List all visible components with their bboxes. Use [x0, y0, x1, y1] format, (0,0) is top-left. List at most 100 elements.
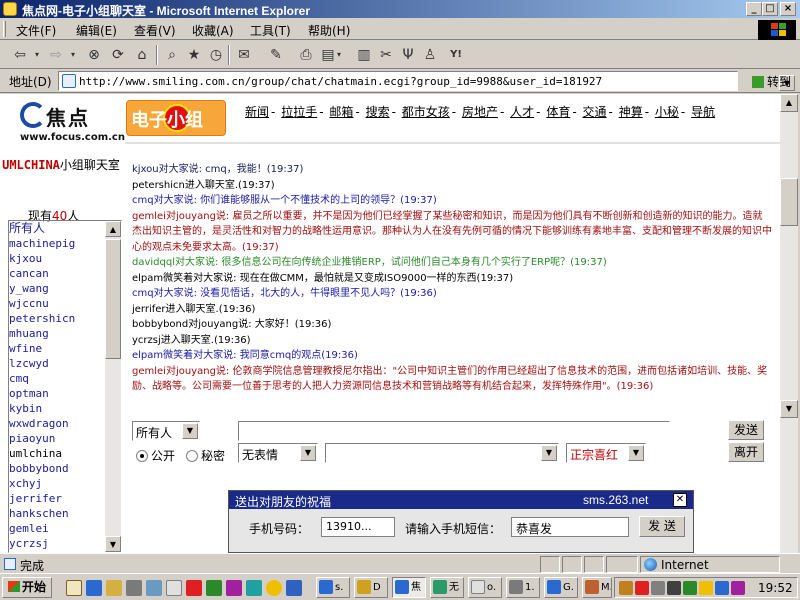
scroll-down-icon[interactable]: ▼	[780, 400, 798, 418]
research-icon[interactable]: Ψ	[398, 45, 418, 65]
user-list-scrollbar[interactable]: ▲ ▼	[105, 221, 121, 552]
sms-close-icon[interactable]: ✕	[673, 493, 687, 507]
user-list-item[interactable]: wjccnu	[9, 296, 105, 311]
forward-icon[interactable]: ⇨	[46, 45, 66, 65]
quicklaunch-teal-icon[interactable]	[246, 580, 262, 596]
chevron-down-icon[interactable]: ▼	[182, 423, 198, 439]
task-button[interactable]: 1.	[506, 577, 540, 598]
leave-button[interactable]: 离开	[728, 442, 764, 462]
back-dropdown-icon[interactable]: ▾	[32, 45, 42, 65]
quicklaunch-opera-icon[interactable]	[186, 580, 202, 596]
user-list-item[interactable]: wfine	[9, 341, 105, 356]
task-button[interactable]: G.	[544, 577, 578, 598]
scroll-up-icon[interactable]: ▲	[105, 221, 121, 237]
discuss-icon[interactable]: ✎	[266, 45, 286, 65]
start-button[interactable]: 开始	[2, 577, 52, 598]
go-button[interactable]: 转到	[752, 73, 791, 90]
nav-navigation[interactable]: 导航	[691, 105, 715, 119]
message-input[interactable]	[238, 421, 670, 441]
nav-news[interactable]: 新闻	[245, 105, 269, 119]
menu-help[interactable]: 帮助(H)	[308, 22, 350, 39]
quicklaunch-blue-icon[interactable]	[286, 580, 302, 596]
tray-shield-icon[interactable]	[619, 581, 633, 595]
minimize-button[interactable]: _	[746, 2, 762, 16]
user-list-item[interactable]: xchyj	[9, 476, 105, 491]
user-list-item[interactable]: optman	[9, 386, 105, 401]
color-select[interactable]: 正宗喜红 ▼	[566, 443, 646, 463]
menu-favorites[interactable]: 收藏(A)	[192, 22, 234, 39]
quicklaunch-doc-icon[interactable]	[166, 580, 182, 596]
quicklaunch-folder-icon[interactable]	[106, 580, 122, 596]
sms-message-input[interactable]: 恭喜发	[511, 517, 629, 537]
nav-real-estate[interactable]: 房地产	[462, 105, 498, 119]
menu-edit[interactable]: 编辑(E)	[76, 22, 117, 39]
page-scroll-thumb[interactable]	[780, 178, 798, 226]
quicklaunch-qq-icon[interactable]	[266, 580, 282, 596]
scroll-down-icon[interactable]: ▼	[105, 536, 121, 552]
user-list-item[interactable]: cmq	[9, 371, 105, 386]
menu-view[interactable]: 查看(V)	[134, 22, 176, 39]
user-list-item[interactable]: mhuang	[9, 326, 105, 341]
user-list-scroll-thumb[interactable]	[105, 239, 121, 359]
menu-file[interactable]: 文件(F)	[16, 22, 56, 39]
chevron-down-icon[interactable]: ▼	[628, 445, 644, 461]
quicklaunch-green-icon[interactable]	[206, 580, 222, 596]
scroll-up-icon[interactable]: ▲	[780, 94, 798, 112]
forward-dropdown-icon[interactable]: ▾	[68, 45, 78, 65]
user-list-item[interactable]: bobbybond	[9, 461, 105, 476]
nav-secretary[interactable]: 小秘	[655, 105, 679, 119]
favorites-icon[interactable]: ★	[184, 45, 204, 65]
tray-ime-icon[interactable]	[667, 581, 681, 595]
user-list-item[interactable]: gemlei	[9, 521, 105, 536]
nav-talent[interactable]: 人才	[510, 105, 534, 119]
quicklaunch-tool-icon[interactable]	[146, 580, 162, 596]
user-list-item[interactable]: hankschen	[9, 506, 105, 521]
search-icon[interactable]: ⌕	[162, 45, 182, 65]
stop-icon[interactable]: ⊗	[84, 45, 104, 65]
chevron-down-icon[interactable]: ▼	[300, 445, 316, 461]
messenger-icon[interactable]: ▥	[354, 45, 374, 65]
title-bar[interactable]: 焦点网-电子小组聊天室 - Microsoft Internet Explore…	[0, 0, 800, 18]
quicklaunch-app-icon[interactable]	[126, 580, 142, 596]
history-icon[interactable]: ◷	[206, 45, 226, 65]
public-radio[interactable]: 公开	[136, 447, 175, 464]
mail-icon[interactable]: ✉	[234, 45, 254, 65]
maximize-button[interactable]: □	[762, 2, 778, 16]
user-icon[interactable]: ♙	[420, 45, 440, 65]
nav-sports[interactable]: 体育	[546, 105, 570, 119]
user-list-item[interactable]: jerrifer	[9, 491, 105, 506]
menu-tools[interactable]: 工具(T)	[250, 22, 291, 39]
nav-search[interactable]: 搜索	[366, 105, 390, 119]
home-icon[interactable]: ⌂	[132, 45, 152, 65]
task-button[interactable]: D	[354, 577, 388, 598]
page-scrollbar[interactable]: ▲ ▼	[780, 94, 798, 553]
user-list-item[interactable]: cancan	[9, 266, 105, 281]
focus-logo[interactable]: 焦点 www.focus.com.cn	[20, 100, 125, 144]
back-icon[interactable]: ⇦	[10, 45, 30, 65]
tray-qq-icon[interactable]	[699, 581, 713, 595]
expression-select[interactable]: 无表情 ▼	[238, 443, 318, 463]
user-list-item[interactable]: kybin	[9, 401, 105, 416]
user-list-item[interactable]: umlchina	[9, 446, 105, 461]
user-list-item[interactable]: lzcwyd	[9, 356, 105, 371]
nav-lalashou[interactable]: 拉拉手	[281, 105, 317, 119]
send-button[interactable]: 发送	[728, 420, 764, 440]
action-select[interactable]: ▼	[325, 443, 559, 463]
nav-mail[interactable]: 邮箱	[329, 105, 353, 119]
tray-antivirus-icon[interactable]	[635, 581, 649, 595]
nav-city-girl[interactable]: 都市女孩	[402, 105, 450, 119]
sms-phone-input[interactable]: 13910...	[321, 517, 395, 537]
user-list-item[interactable]: petershicn	[9, 311, 105, 326]
task-button[interactable]: o.	[468, 577, 502, 598]
user-list-item[interactable]: y_wang	[9, 281, 105, 296]
user-list-item[interactable]: 所有人	[9, 221, 105, 236]
tray-network-icon[interactable]	[651, 581, 665, 595]
print-icon[interactable]: ⎙	[296, 45, 316, 65]
tray-messenger-icon[interactable]	[683, 581, 697, 595]
yahoo-icon[interactable]: Y!	[446, 45, 466, 65]
task-button[interactable]: 焦	[392, 577, 426, 598]
quicklaunch-desktop-icon[interactable]	[66, 580, 82, 596]
close-button[interactable]: ×	[780, 2, 796, 16]
user-list-item[interactable]: kjxou	[9, 251, 105, 266]
task-button[interactable]: s.	[316, 577, 350, 598]
